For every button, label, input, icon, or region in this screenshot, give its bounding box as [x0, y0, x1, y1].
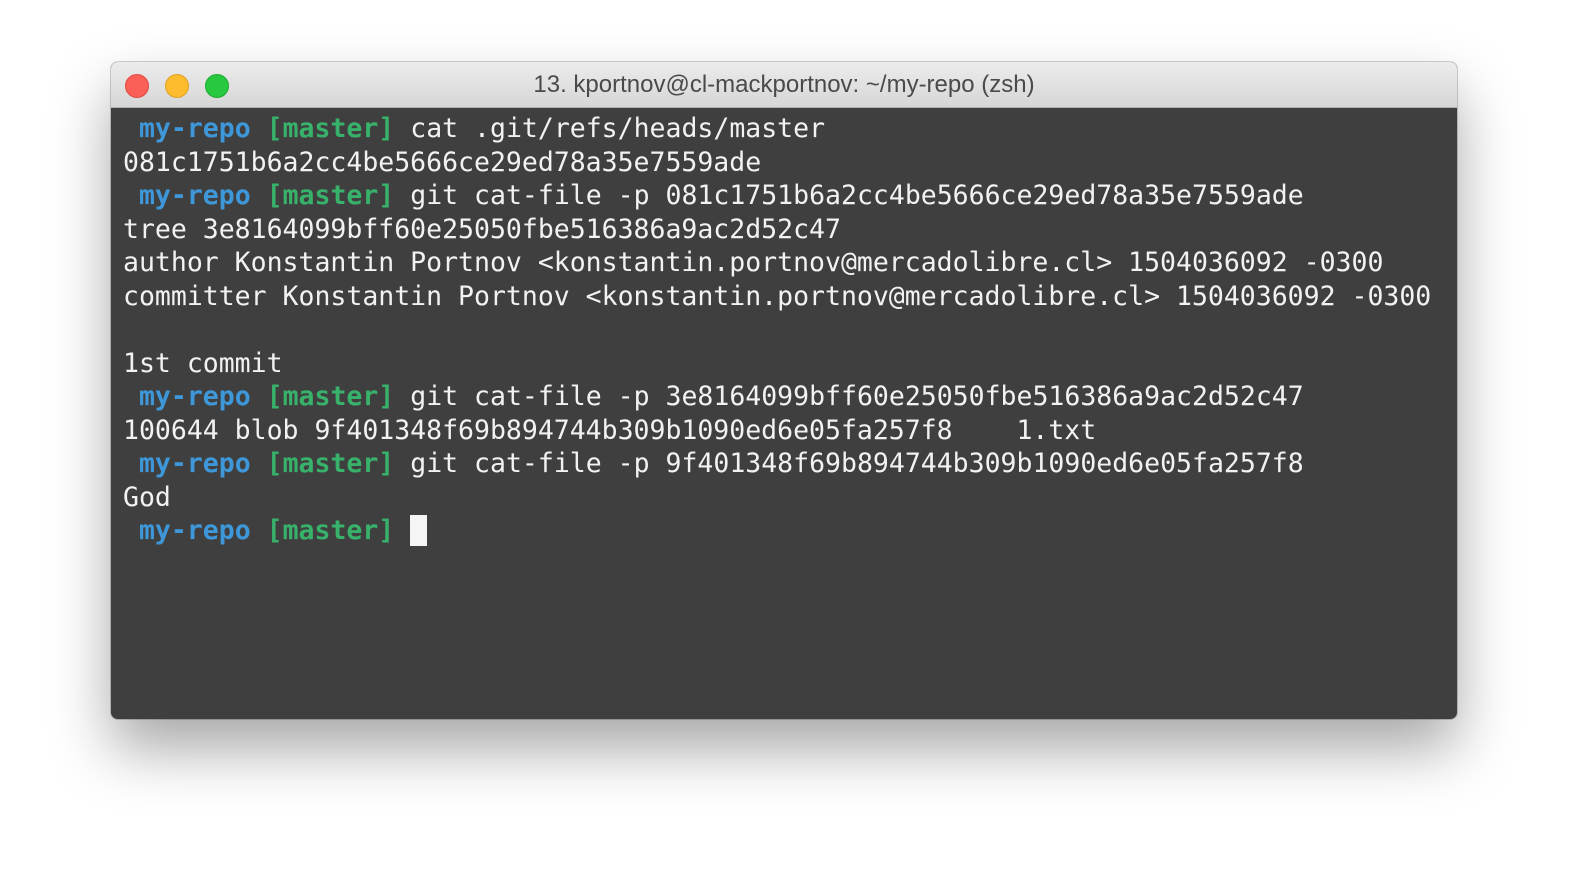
output-line: 1st commit — [123, 347, 283, 379]
window-title: 13. kportnov@cl-mackportnov: ~/my-repo (… — [533, 71, 1035, 98]
prompt-directory: my-repo — [138, 180, 251, 211]
prompt-branch: [master] — [266, 515, 395, 546]
prompt-directory: my-repo — [138, 113, 251, 144]
title-bar[interactable]: 13. kportnov@cl-mackportnov: ~/my-repo (… — [111, 62, 1457, 108]
prompt-directory: my-repo — [138, 515, 251, 546]
prompt-branch: [master] — [266, 448, 395, 479]
output-line: author Konstantin Portnov <konstantin.po… — [123, 247, 1384, 278]
command-text: cat .git/refs/heads/master — [410, 113, 826, 144]
text-cursor — [410, 515, 428, 546]
command-text: git cat-file -p 081c1751b6a2cc4be5666ce2… — [410, 180, 1304, 211]
prompt-line: my-repo [master] git cat-file -p 9f40134… — [123, 447, 1457, 481]
terminal-output[interactable]: my-repo [master] cat .git/refs/heads/mas… — [111, 108, 1457, 719]
prompt-branch: [master] — [266, 180, 395, 211]
command-text: git cat-file -p 3e8164099bff60e25050fbe5… — [410, 381, 1304, 412]
prompt-line: my-repo [master] git cat-file -p 081c175… — [123, 179, 1457, 213]
output-line: tree 3e8164099bff60e25050fbe516386a9ac2d… — [123, 213, 841, 245]
prompt-branch: [master] — [266, 381, 395, 412]
prompt-directory: my-repo — [138, 448, 251, 479]
command-text: git cat-file -p 9f401348f69b894744b309b1… — [410, 448, 1304, 479]
output-line: committer Konstantin Portnov <konstantin… — [123, 280, 1432, 312]
prompt-branch: [master] — [266, 113, 395, 144]
prompt-line: my-repo [master] cat .git/refs/heads/mas… — [123, 112, 1457, 146]
terminal-window: 13. kportnov@cl-mackportnov: ~/my-repo (… — [111, 62, 1457, 719]
active-prompt-line[interactable]: my-repo [master] — [123, 514, 1457, 548]
prompt-directory: my-repo — [138, 381, 251, 412]
output-line: 100644 blob 9f401348f69b894744b309b1090e… — [123, 414, 1097, 446]
prompt-line: my-repo [master] git cat-file -p 3e81640… — [123, 380, 1457, 414]
output-line: God — [123, 481, 171, 513]
output-line: 081c1751b6a2cc4be5666ce29ed78a35e7559ade — [123, 146, 762, 178]
